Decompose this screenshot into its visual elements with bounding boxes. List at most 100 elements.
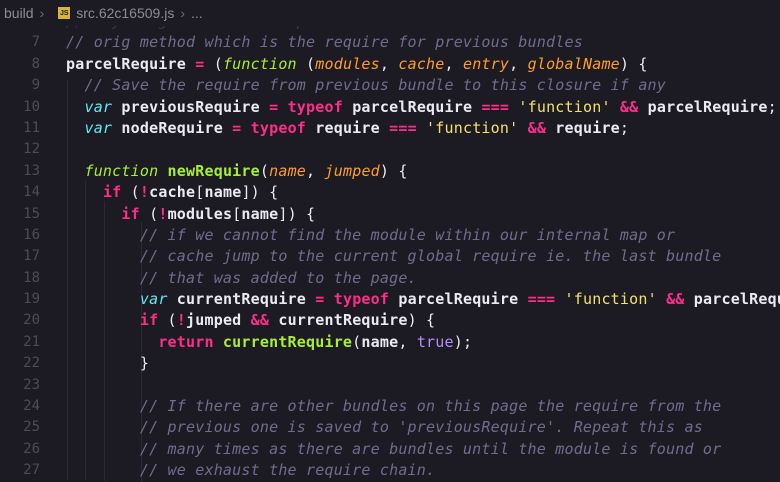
code-token: entry [462,54,510,73]
code-token: ! [158,204,168,223]
code-line[interactable]: 8 parcelRequire = (function (modules, cac… [0,54,780,75]
code-text[interactable]: // we exhaust the require chain. [66,460,435,481]
code-token: [ [195,183,205,202]
code-line[interactable]: 10 var previousRequire = typeof parcelRe… [0,97,780,118]
code-line[interactable]: 20 if (!jumped && currentRequire) { [0,310,780,331]
line-number: 8 [31,55,40,72]
code-text[interactable]: // If there are other bundles on this pa… [66,396,721,417]
code-token: , [306,161,325,180]
breadcrumb-more[interactable]: ... [191,5,203,21]
code-line[interactable]: 21 return currentRequire(name, true); [0,332,780,353]
code-line[interactable]: 17 // cache jump to the current global r… [0,246,780,267]
code-token: ; [767,97,777,116]
code-line[interactable]: 27 // we exhaust the require chain. [0,460,780,481]
line-number: 13 [23,162,40,179]
code-text[interactable]: function newRequire(name, jumped) { [66,161,408,182]
code-token: modules [315,54,380,73]
code-token: name [269,161,307,180]
code-line[interactable]: 18 // that was added to the page. [0,268,780,289]
code-line[interactable]: 12 [0,139,780,160]
code-text[interactable]: } [66,353,149,374]
code-token: // orig method which is the require for … [66,33,583,52]
breadcrumb: build › JS src.62c16509.js › ... [0,0,780,26]
code-token: , [379,54,399,73]
line-number: 23 [23,376,40,393]
line-number: 18 [23,269,40,286]
code-token: , [444,54,463,73]
code-token: // that was added to the page. [139,268,417,287]
code-text[interactable]: if (!modules[name]) { [66,204,315,225]
code-text[interactable]: // Save the require from previous bundle… [66,75,666,96]
code-token: ! [139,183,150,202]
code-line[interactable]: 19 var currentRequire = typeof parcelReq… [0,289,780,310]
code-text[interactable]: var nodeRequire = typeof require === 'fu… [66,118,629,139]
code-text[interactable]: return currentRequire(name, true); [66,332,472,353]
code-line[interactable]: 25 // previous one is saved to 'previous… [0,417,780,438]
code-token: 'function' [564,290,657,309]
code-line[interactable]: 13 function newRequire(name, jumped) { [0,161,780,182]
code-line[interactable]: 7 // orig method which is the require for… [0,32,780,53]
code-line[interactable]: 24 // If there are other bundles on this… [0,396,780,417]
code-token: if [121,204,140,223]
code-line[interactable]: 16 // if we cannot find the module withi… [0,225,780,246]
code-line[interactable]: 15 if (!modules[name]) { [0,204,780,225]
code-text[interactable]: // cache jump to the current global requ… [66,246,721,267]
code-line[interactable]: 23 [0,375,780,396]
code-text[interactable]: // if we cannot find the module within o… [66,225,675,246]
code-token: return [158,332,214,351]
code-token: if [102,183,122,202]
code-token: currentRequire [269,311,408,330]
code-text[interactable]: // previous one is saved to 'previousReq… [66,417,703,438]
code-token: ( [259,161,270,180]
code-token: name [241,204,279,223]
code-text[interactable]: parcelRequire = (function (modules, cach… [66,54,648,75]
code-text[interactable]: // that was added to the page. [66,268,417,289]
line-number: 11 [23,119,40,136]
code-token: } [66,354,150,373]
code-text[interactable]: // orig method which is the require for … [66,32,583,53]
code-token: previousRequire [112,97,270,116]
line-number: 26 [23,440,40,457]
line-number: 20 [23,312,40,329]
line-number: 10 [23,98,40,115]
line-number: 24 [23,398,40,415]
code-text[interactable]: var previousRequire = typeof parcelRequi… [66,97,777,118]
code-line[interactable]: 11 var nodeRequire = typeof require === … [0,118,780,139]
code-text[interactable]: var currentRequire = typeof parcelRequir… [66,289,780,310]
code-line[interactable]: 22 } [0,353,780,374]
code-token: ]) { [278,204,316,223]
code-text[interactable]: if (!cache[name]) { [66,182,278,203]
code-text[interactable]: if (!jumped && currentRequire) { [66,310,435,331]
code-line[interactable]: 9 // Save the require from previous bund… [0,75,780,96]
code-editor: build › JS src.62c16509.js › ... // anyt… [0,0,780,482]
code-token: 'function' [518,97,611,116]
code-token: parcelRequire [342,97,482,116]
code-token: // if we cannot find the module within o… [139,225,676,244]
code-token: true [416,332,454,351]
code-token: parcelRequire [638,97,768,116]
code-token: modules [167,204,233,223]
code-token: cache [398,54,445,73]
code-token: && [666,290,685,309]
code-token: // Save the require from previous bundle… [84,76,667,95]
code-token: // cache jump to the current global requ… [139,247,722,266]
code-text[interactable]: // many times as there are bundles until… [66,439,721,460]
line-number: 17 [23,248,40,265]
line-number: 27 [23,462,40,479]
breadcrumb-folder[interactable]: build [4,5,34,21]
code-lines[interactable]: // anything defined in a previous bundle… [0,12,780,482]
code-token: ( [121,183,140,202]
breadcrumb-file[interactable]: src.62c16509.js [76,5,174,21]
code-line[interactable]: 26 // many times as there are bundles un… [0,439,780,460]
line-number: 19 [23,291,40,308]
code-line[interactable]: 14 if (!cache[name]) { [0,182,780,203]
code-token: require [306,118,390,137]
code-token: ; [619,118,630,137]
code-token: jumped [186,311,251,330]
